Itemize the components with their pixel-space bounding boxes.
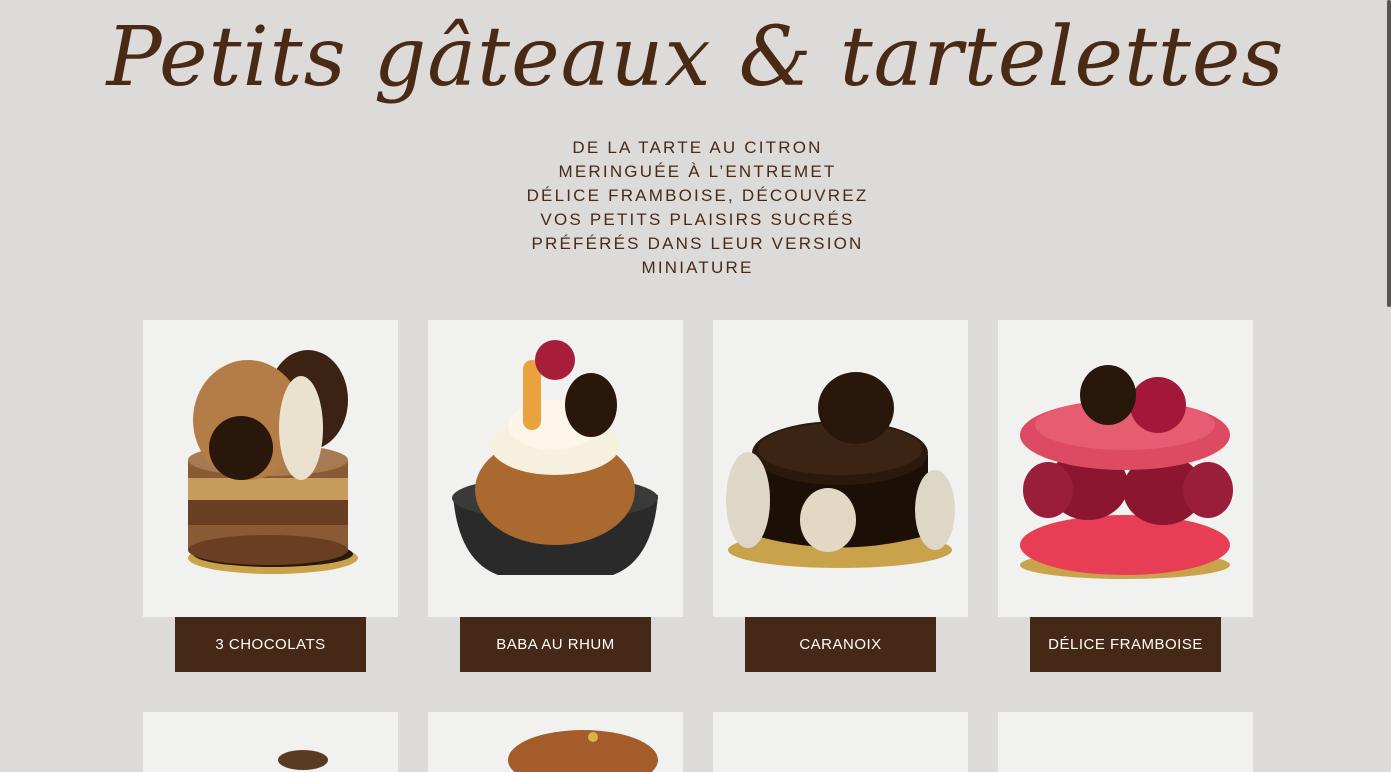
product-card-baba-au-rhum[interactable]: BABA AU RHUM: [428, 320, 683, 672]
subtitle-line: vos petits plaisirs sucrés: [540, 210, 855, 229]
page-title: Petits gâteaux & tartelettes: [106, 10, 1285, 105]
subtitle-line: préférés dans leur version: [531, 234, 864, 253]
product-image-row2-2[interactable]: [428, 712, 683, 772]
product-image-row2-4[interactable]: [998, 712, 1253, 772]
product-image-delice-framboise[interactable]: [998, 320, 1253, 617]
product-card-caranoix[interactable]: CARANOIX: [713, 320, 968, 672]
product-image-baba-au-rhum[interactable]: [428, 320, 683, 617]
subtitle-line: De la tarte au citron: [572, 138, 823, 157]
product-button-baba-au-rhum[interactable]: BABA AU RHUM: [460, 617, 651, 672]
product-card-3-chocolats[interactable]: 3 CHOCOLATS: [143, 320, 398, 672]
product-image-3-chocolats[interactable]: [143, 320, 398, 617]
page-subtitle: De la tarte au citron meringuée à l’entr…: [520, 136, 875, 280]
product-card-row2-2[interactable]: [428, 712, 683, 772]
product-card-row2-1[interactable]: [143, 712, 398, 772]
product-card-row2-4[interactable]: [998, 712, 1253, 772]
subtitle-line: miniature: [641, 258, 754, 277]
product-image-row2-1[interactable]: [143, 712, 398, 772]
product-card-delice-framboise[interactable]: DÉLICE FRAMBOISE: [998, 320, 1253, 672]
product-button-3-chocolats[interactable]: 3 CHOCOLATS: [175, 617, 366, 672]
product-image-caranoix[interactable]: [713, 320, 968, 617]
product-image-row2-3[interactable]: [713, 712, 968, 772]
product-button-caranoix[interactable]: CARANOIX: [745, 617, 936, 672]
product-card-row2-3[interactable]: [713, 712, 968, 772]
scrollbar[interactable]: [1387, 0, 1391, 307]
subtitle-line: meringuée à l’entremet: [558, 162, 837, 181]
subtitle-line: Délice framboise, découvrez: [526, 186, 869, 205]
product-button-delice-framboise[interactable]: DÉLICE FRAMBOISE: [1030, 617, 1221, 672]
